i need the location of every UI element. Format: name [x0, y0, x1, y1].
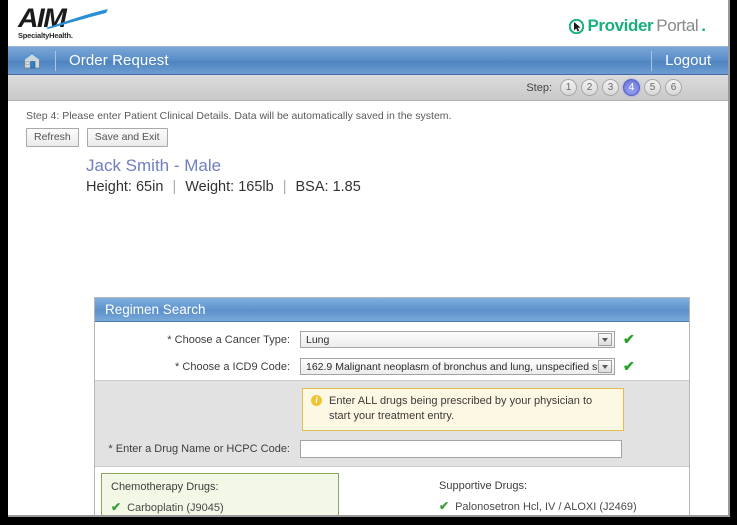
- step-6[interactable]: 6: [665, 79, 682, 96]
- chemotherapy-drugs-title: Chemotherapy Drugs:: [111, 480, 219, 493]
- page-header: AIM SpecialtyHealth. Provider Portal.: [8, 0, 728, 46]
- chemotherapy-drugs-box: Chemotherapy Drugs: ✔ Carboplatin (J9045…: [101, 472, 339, 515]
- page-body: Step 4: Please enter Patient Clinical De…: [8, 101, 728, 515]
- main-navbar: Order Request Logout: [8, 46, 728, 75]
- cancer-type-label: * Choose a Cancer Type:: [167, 333, 290, 346]
- nav-page-title: Order Request: [69, 52, 169, 69]
- check-icon: ✔: [111, 499, 122, 514]
- step-label: Step:: [526, 81, 552, 94]
- vitals-separator-1: |: [172, 179, 177, 195]
- supportive-drugs-box: Supportive Drugs: ✔ Palonosetron Hcl, IV…: [439, 473, 679, 515]
- cancer-type-row: * Choose a Cancer Type: Lung ✔: [95, 326, 689, 353]
- aim-logo: AIM SpecialtyHealth.: [18, 5, 110, 42]
- drug-entry-info-text: Enter ALL drugs being prescribed by your…: [329, 395, 593, 422]
- aim-logo-text: AIM: [18, 3, 67, 33]
- nav-divider: [55, 50, 56, 71]
- patient-weight-value: 165lb: [238, 179, 274, 195]
- drug-entry-zone: i Enter ALL drugs being prescribed by yo…: [95, 380, 689, 467]
- logout-button[interactable]: Logout: [652, 52, 728, 69]
- provider-portal-provider-text: Provider: [587, 16, 654, 35]
- supportive-drug-label: Palonosetron Hcl, IV / ALOXI (J2469): [455, 500, 637, 513]
- cancer-type-value: Lung: [306, 333, 330, 346]
- supportive-drugs-title: Supportive Drugs:: [439, 479, 528, 492]
- patient-height-value: 65in: [135, 179, 164, 195]
- step-1[interactable]: 1: [560, 79, 577, 96]
- regimen-search-body: * Choose a Cancer Type: Lung ✔ * Choose …: [95, 326, 689, 515]
- check-icon: ✔: [439, 498, 450, 513]
- list-item: ✔ Palonosetron Hcl, IV / ALOXI (J2469): [439, 499, 679, 513]
- save-and-exit-button[interactable]: Save and Exit: [86, 128, 168, 147]
- toolbar: Refresh Save and Exit: [8, 122, 728, 147]
- chevron-down-icon[interactable]: [598, 333, 612, 346]
- patient-weight-label: Weight:: [185, 179, 235, 195]
- patient-name: Jack Smith - Male: [86, 156, 222, 175]
- nav-right-group: Logout: [651, 47, 728, 74]
- step-indicator-bar: Step: 1 2 3 4 5 6: [8, 75, 728, 101]
- icd9-label: * Choose a ICD9 Code:: [175, 360, 290, 373]
- app-window: AIM SpecialtyHealth. ProviderPortal. Or: [8, 0, 730, 517]
- drug-lists-section: Chemotherapy Drugs: ✔ Carboplatin (J9045…: [95, 467, 689, 515]
- list-item: ✔ Carboplatin (J9045): [111, 500, 330, 514]
- vitals-separator-2: |: [282, 179, 287, 195]
- refresh-button[interactable]: Refresh: [26, 128, 79, 147]
- provider-portal-logo: Provider Portal.: [569, 16, 706, 36]
- step-3[interactable]: 3: [602, 79, 619, 96]
- chemotherapy-drug-label: Carboplatin (J9045): [127, 501, 224, 514]
- patient-height-label: Height:: [86, 179, 132, 195]
- patient-bsa-value: 1.85: [332, 179, 361, 195]
- info-icon: i: [311, 395, 322, 406]
- step-4[interactable]: 4: [623, 79, 640, 96]
- cancer-type-select[interactable]: Lung: [300, 331, 615, 348]
- provider-portal-dot: .: [701, 16, 706, 35]
- drug-name-input[interactable]: [300, 439, 622, 458]
- step-2[interactable]: 2: [581, 79, 598, 96]
- cursor-circle-icon: [569, 18, 585, 34]
- drug-entry-info-alert: i Enter ALL drugs being prescribed by yo…: [302, 388, 624, 431]
- chevron-down-icon[interactable]: [598, 360, 612, 373]
- step-5[interactable]: 5: [644, 79, 661, 96]
- cancer-type-valid-check-icon: ✔: [623, 331, 635, 347]
- icd9-select[interactable]: 162.9 Malignant neoplasm of bronchus and…: [300, 358, 615, 375]
- regimen-search-panel: Regimen Search * Choose a Cancer Type: L…: [94, 297, 690, 515]
- home-icon: [20, 52, 43, 69]
- drug-name-label: * Enter a Drug Name or HCPC Code:: [108, 442, 290, 455]
- patient-bsa-label: BSA:: [295, 179, 329, 195]
- regimen-search-title: Regimen Search: [95, 298, 689, 322]
- drug-name-row: * Enter a Drug Name or HCPC Code:: [95, 439, 689, 458]
- icd9-value: 162.9 Malignant neoplasm of bronchus and…: [306, 360, 598, 373]
- patient-vitals: Height: 65in | Weight: 165lb | BSA: 1.85: [8, 176, 728, 195]
- icd9-valid-check-icon: ✔: [623, 358, 635, 374]
- provider-portal-portal-text: Portal: [656, 16, 699, 35]
- home-button[interactable]: [8, 51, 55, 70]
- step-instruction-text: Step 4: Please enter Patient Clinical De…: [26, 110, 452, 122]
- icd9-row: * Choose a ICD9 Code: 162.9 Malignant ne…: [95, 353, 689, 380]
